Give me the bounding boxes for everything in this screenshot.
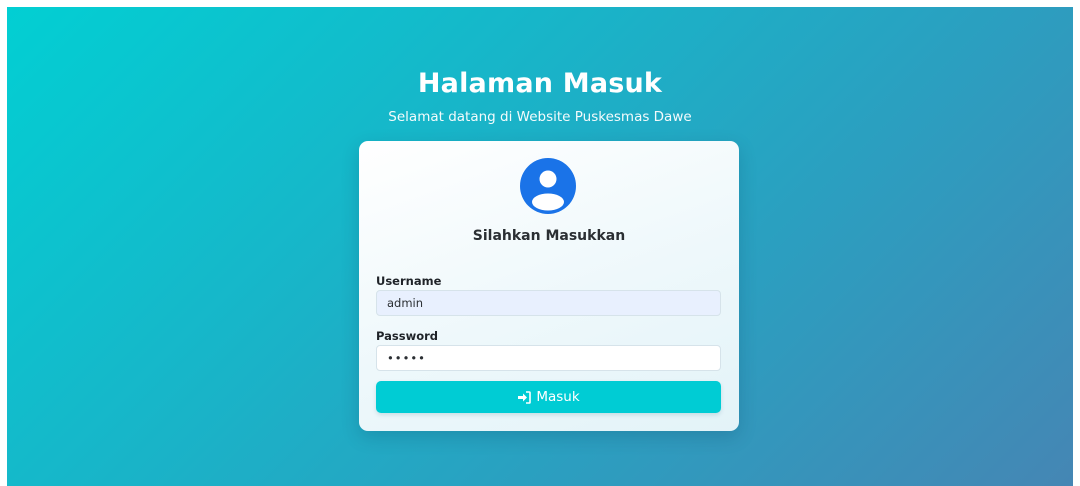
page-title: Halaman Masuk: [417, 68, 663, 99]
password-label: Password: [376, 329, 438, 343]
user-circle-icon: [520, 158, 576, 214]
login-card-heading: Silahkan Masukkan: [472, 228, 626, 244]
sign-in-icon: [517, 390, 532, 404]
login-card: Silahkan Masukkan Username Password Masu…: [359, 141, 739, 431]
username-input[interactable]: [376, 290, 721, 316]
login-page: Halaman Masuk Selamat datang di Website …: [7, 7, 1073, 486]
login-button[interactable]: Masuk: [376, 381, 721, 413]
page-header: Halaman Masuk Selamat datang di Website …: [7, 67, 1073, 126]
login-button-label: Masuk: [536, 389, 580, 405]
page-subtitle: Selamat datang di Website Puskesmas Dawe: [388, 109, 692, 125]
password-input[interactable]: [376, 345, 721, 371]
username-label: Username: [376, 274, 442, 288]
